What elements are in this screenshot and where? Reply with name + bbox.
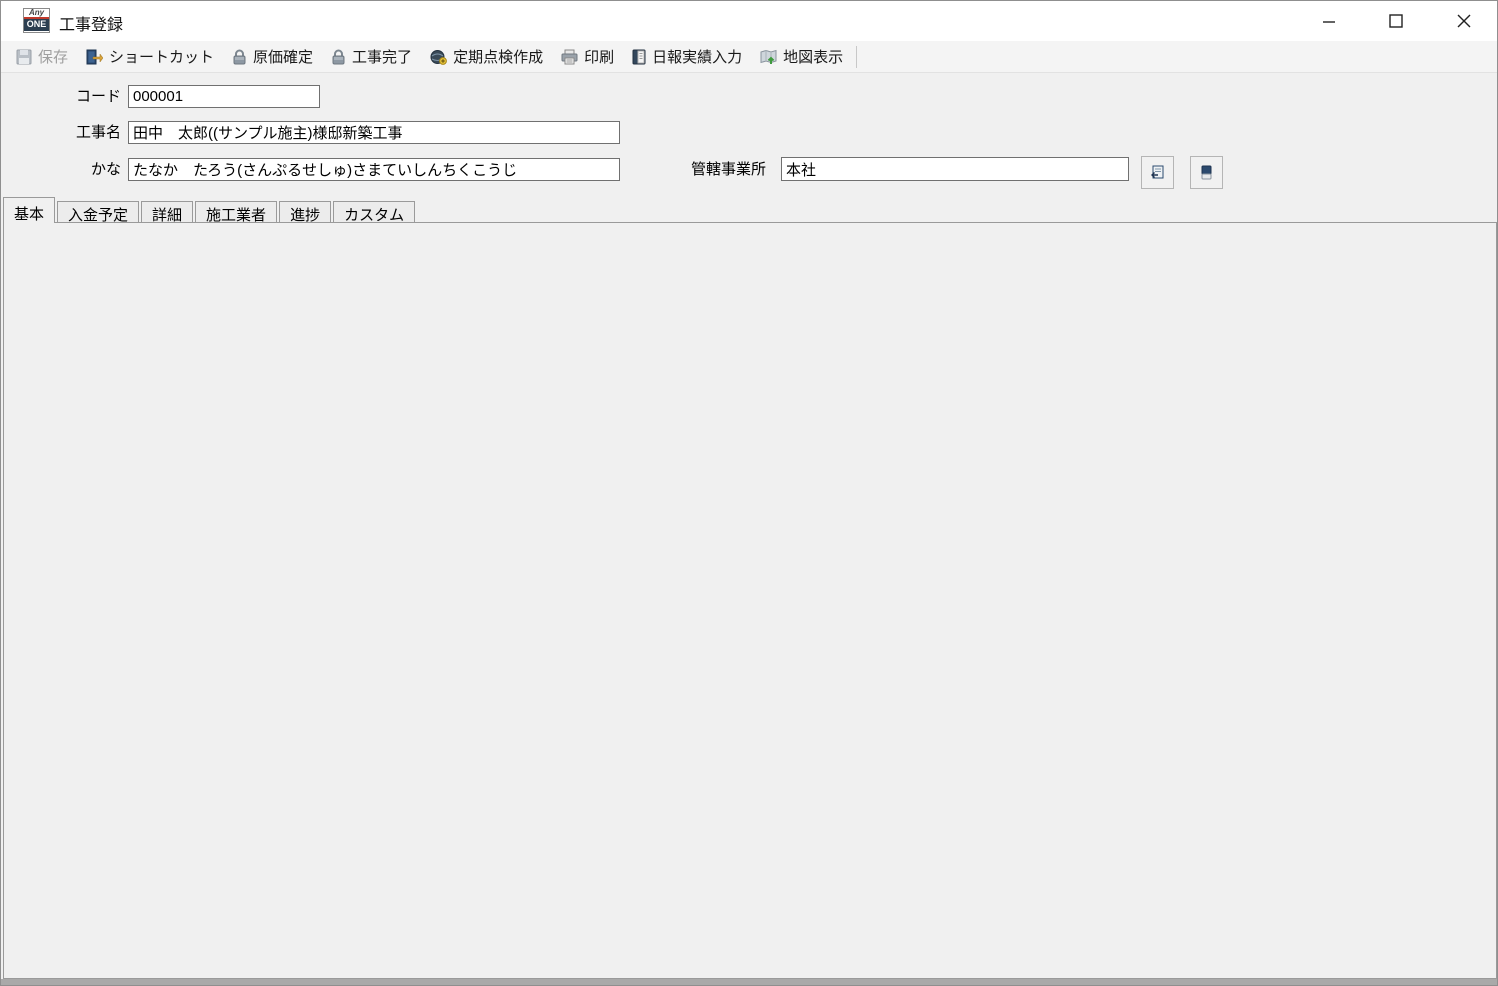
office-label: 管轄事業所 bbox=[690, 161, 766, 178]
anyone-logo: Any ONE bbox=[23, 8, 50, 33]
map-icon bbox=[760, 49, 777, 64]
daily-report-input-button[interactable]: 日報実績入力 bbox=[623, 42, 751, 71]
tab-progress[interactable]: 進捗 bbox=[279, 201, 332, 224]
map-display-button[interactable]: 地図表示 bbox=[751, 42, 852, 71]
shortcut-icon bbox=[86, 49, 104, 64]
construction-name-label: 工事名 bbox=[75, 124, 121, 141]
tab-custom[interactable]: カスタム bbox=[333, 201, 416, 224]
lock-icon bbox=[332, 49, 345, 64]
toolbar-item-label: 定期点検作成 bbox=[453, 49, 544, 66]
office-input[interactable] bbox=[781, 157, 1129, 181]
toolbar-item-label: 日報実績入力 bbox=[652, 49, 743, 66]
window-bottom-edge bbox=[1, 979, 1497, 985]
construction-complete-button[interactable]: 工事完了 bbox=[322, 42, 421, 71]
maximize-icon bbox=[1389, 14, 1403, 28]
minimize-button[interactable] bbox=[1306, 5, 1352, 37]
tab-strip: 基本 入金予定 詳細 施工業者 進捗 カスタム bbox=[3, 197, 417, 224]
construction-registration-window: Any ONE 工事登録 保存 ショートカット 原価確定 工事完了 定期点検作成… bbox=[0, 0, 1498, 986]
periodic-inspection-icon bbox=[430, 49, 447, 65]
construction-name-input[interactable] bbox=[128, 121, 620, 144]
code-label: コード bbox=[75, 88, 121, 105]
kana-input[interactable] bbox=[128, 158, 620, 181]
lock-icon bbox=[233, 49, 246, 64]
close-icon bbox=[1457, 14, 1471, 28]
toolbar: 保存 ショートカット 原価確定 工事完了 定期点検作成 印刷 日報実績入力 地図… bbox=[1, 41, 1497, 73]
close-button[interactable] bbox=[1441, 5, 1487, 37]
tab-basic[interactable]: 基本 bbox=[3, 197, 56, 223]
save-button[interactable]: 保存 bbox=[7, 42, 77, 71]
save-icon bbox=[16, 49, 32, 64]
tab-deposit-schedule[interactable]: 入金予定 bbox=[57, 201, 140, 224]
office-lookup-button[interactable] bbox=[1141, 156, 1174, 189]
basic-tab-panel bbox=[3, 222, 1497, 979]
daily-report-icon bbox=[632, 49, 646, 64]
toolbar-item-label: ショートカット bbox=[109, 49, 215, 66]
toolbar-item-label: 工事完了 bbox=[352, 49, 413, 66]
kana-label: かな bbox=[90, 161, 121, 178]
toolbar-item-label: 保存 bbox=[38, 49, 69, 66]
toolbar-item-label: 地図表示 bbox=[783, 49, 844, 66]
office-clear-button[interactable] bbox=[1190, 156, 1223, 189]
toolbar-separator bbox=[856, 45, 858, 68]
tab-contractors[interactable]: 施工業者 bbox=[195, 201, 278, 224]
code-input[interactable] bbox=[128, 85, 320, 108]
maximize-button[interactable] bbox=[1373, 5, 1419, 37]
title-bar: Any ONE 工事登録 bbox=[1, 1, 1497, 41]
eraser-icon bbox=[1201, 165, 1212, 180]
cost-confirm-button[interactable]: 原価確定 bbox=[223, 42, 322, 71]
shortcut-button[interactable]: ショートカット bbox=[77, 42, 223, 71]
periodic-inspection-button[interactable]: 定期点検作成 bbox=[421, 42, 552, 71]
tab-details[interactable]: 詳細 bbox=[141, 201, 194, 224]
print-button[interactable]: 印刷 bbox=[552, 42, 623, 71]
printer-icon bbox=[561, 49, 578, 64]
logo-bottom-text: ONE bbox=[24, 19, 49, 31]
logo-top-text: Any bbox=[24, 9, 49, 19]
minimize-icon bbox=[1323, 21, 1335, 23]
window-title: 工事登録 bbox=[59, 17, 124, 34]
toolbar-item-label: 印刷 bbox=[584, 49, 615, 66]
document-arrow-icon bbox=[1151, 165, 1164, 179]
toolbar-item-label: 原価確定 bbox=[253, 49, 314, 66]
